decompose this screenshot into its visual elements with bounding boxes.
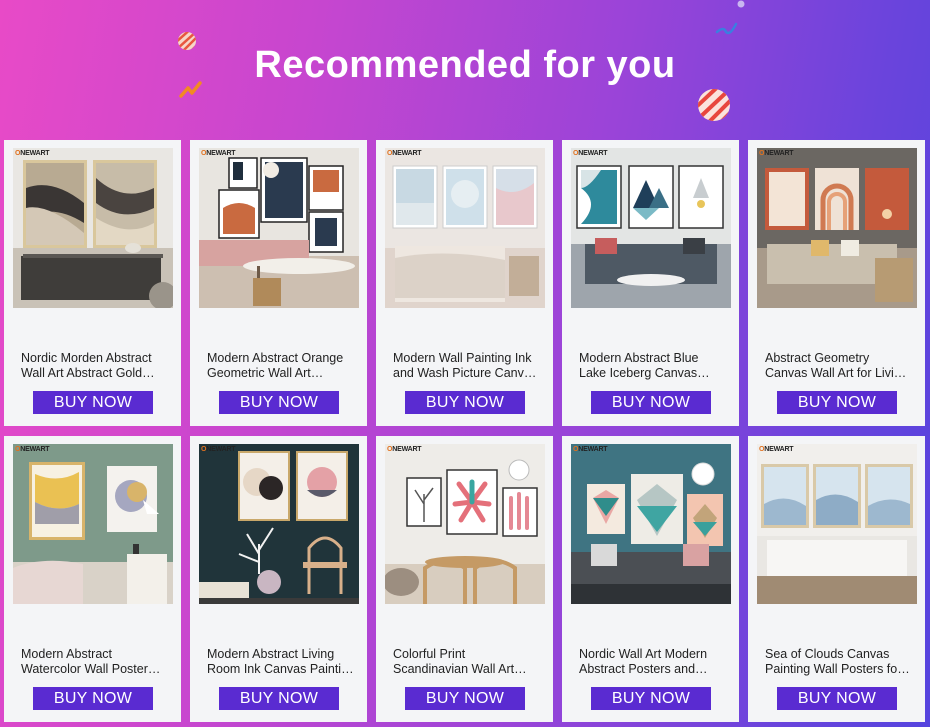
product-image[interactable]: ONEWART: [199, 148, 359, 308]
brand-logo: ONEWART: [759, 446, 794, 453]
buy-now-button[interactable]: BUY NOW: [591, 687, 711, 710]
brand-logo: ONEWART: [201, 150, 236, 157]
product-card[interactable]: ONEWART Modern Abstract Watercolor Wall …: [4, 436, 181, 722]
product-card[interactable]: ONEWART Modern Abstract Living Room Ink …: [190, 436, 367, 722]
product-image[interactable]: ONEWART: [757, 444, 917, 604]
buy-now-button[interactable]: BUY NOW: [219, 391, 339, 414]
product-image[interactable]: ONEWART: [199, 444, 359, 604]
buy-now-button[interactable]: BUY NOW: [777, 391, 897, 414]
product-card[interactable]: ONEWART Abstract Geometry Canvas Wall Ar…: [748, 140, 925, 426]
product-card[interactable]: ONEWART Colorful Print Scandinavian Wall…: [376, 436, 553, 722]
product-image[interactable]: ONEWART: [385, 444, 545, 604]
buy-now-button[interactable]: BUY NOW: [33, 391, 153, 414]
product-image[interactable]: ONEWART: [385, 148, 545, 308]
product-card[interactable]: ONEWART Nordic Morden Abstract Wall Art …: [4, 140, 181, 426]
confetti-decoration: [737, 0, 745, 8]
brand-logo: ONEWART: [201, 446, 236, 453]
product-image[interactable]: ONEWART: [757, 148, 917, 308]
brand-logo: ONEWART: [15, 150, 50, 157]
brand-logo: ONEWART: [15, 446, 50, 453]
product-name[interactable]: Nordic Morden Abstract Wall Art Abstract…: [21, 351, 169, 381]
buy-now-button[interactable]: BUY NOW: [591, 391, 711, 414]
product-name[interactable]: Modern Abstract Watercolor Wall Poster C…: [21, 647, 169, 677]
product-name[interactable]: Modern Abstract Living Room Ink Canvas P…: [207, 647, 355, 677]
product-card[interactable]: ONEWART Modern Abstract Blue Lake Iceber…: [562, 140, 739, 426]
product-image[interactable]: ONEWART: [13, 148, 173, 308]
brand-logo: ONEWART: [573, 446, 608, 453]
buy-now-button[interactable]: BUY NOW: [219, 687, 339, 710]
striped-ball-decoration: [698, 89, 730, 121]
product-image[interactable]: ONEWART: [571, 148, 731, 308]
product-name[interactable]: Nordic Wall Art Modern Abstract Posters …: [579, 647, 727, 677]
product-name[interactable]: Abstract Geometry Canvas Wall Art for Li…: [765, 351, 913, 381]
product-card[interactable]: ONEWART Sea of Clouds Canvas Painting Wa…: [748, 436, 925, 722]
product-image[interactable]: ONEWART: [571, 444, 731, 604]
page-title: Recommended for you: [254, 44, 676, 86]
buy-now-button[interactable]: BUY NOW: [33, 687, 153, 710]
product-name[interactable]: Sea of Clouds Canvas Painting Wall Poste…: [765, 647, 913, 677]
product-card[interactable]: ONEWART Modern Abstract Orange Geometric…: [190, 140, 367, 426]
buy-now-button[interactable]: BUY NOW: [405, 687, 525, 710]
brand-logo: ONEWART: [759, 150, 794, 157]
product-name[interactable]: Modern Abstract Blue Lake Iceberg Canvas…: [579, 351, 727, 381]
product-card[interactable]: ONEWART Modern Wall Painting Ink and Was…: [376, 140, 553, 426]
streamer-decoration: [715, 22, 738, 35]
brand-logo: ONEWART: [387, 150, 422, 157]
brand-logo: ONEWART: [387, 446, 422, 453]
product-name[interactable]: Modern Abstract Orange Geometric Wall Ar…: [207, 351, 355, 381]
product-name[interactable]: Colorful Print Scandinavian Wall Art Fea…: [393, 647, 541, 677]
product-name[interactable]: Modern Wall Painting Ink and Wash Pictur…: [393, 351, 541, 381]
buy-now-button[interactable]: BUY NOW: [777, 687, 897, 710]
buy-now-button[interactable]: BUY NOW: [405, 391, 525, 414]
product-image[interactable]: ONEWART: [13, 444, 173, 604]
brand-logo: ONEWART: [573, 150, 608, 157]
product-grid: ONEWART Nordic Morden Abstract Wall Art …: [4, 140, 926, 722]
product-card[interactable]: ONEWART Nordic Wall Art Modern Abstract …: [562, 436, 739, 722]
